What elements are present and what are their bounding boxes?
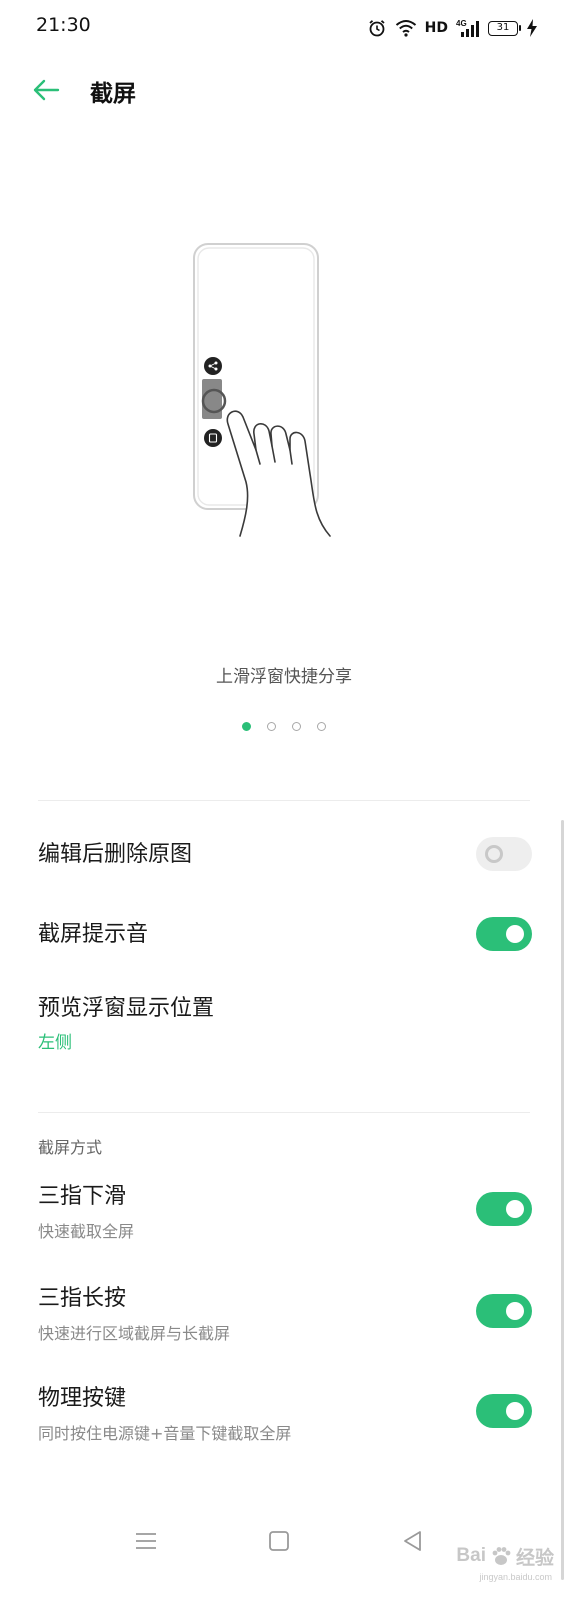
status-icons: HD 4G 31 — [367, 16, 538, 40]
pager-dot-4[interactable] — [317, 722, 326, 731]
setting-label: 编辑后删除原图 — [38, 842, 193, 867]
setting-label: 截屏提示音 — [38, 922, 149, 947]
method-label: 物理按键 — [38, 1386, 127, 1411]
status-time: 21:30 — [36, 14, 91, 36]
method-description: 快速截取全屏 — [38, 1222, 135, 1241]
toggle-knob — [485, 845, 503, 863]
toggle-knob — [506, 1200, 524, 1218]
home-icon[interactable] — [268, 1530, 290, 1552]
method-three-finger-swipe[interactable]: 三指下滑 快速截取全屏 — [38, 1178, 532, 1250]
share-icon — [204, 357, 222, 375]
alarm-icon — [369, 20, 385, 37]
method-description: 快速进行区域截屏与长截屏 — [38, 1324, 231, 1343]
toggle-three-finger-swipe[interactable] — [476, 1192, 532, 1226]
baidu-watermark: Bai 经验 — [456, 1536, 554, 1576]
toggle-knob — [506, 1302, 524, 1320]
watermark-text-2: 经验 — [515, 1547, 554, 1569]
setting-preview-position[interactable]: 预览浮窗显示位置 左侧 — [38, 986, 532, 1066]
watermark-url: jingyan.baidu.com — [479, 1572, 552, 1582]
toggle-knob — [506, 925, 524, 943]
toggle-three-finger-hold[interactable] — [476, 1294, 532, 1328]
toggle-delete-original[interactable] — [476, 837, 532, 871]
watermark-text: Bai — [456, 1545, 486, 1566]
pager-dot-1[interactable] — [242, 722, 251, 731]
paw-icon — [492, 1547, 511, 1565]
charging-icon — [527, 19, 537, 37]
toggle-screenshot-sound[interactable] — [476, 917, 532, 951]
illustration-caption: 上滑浮窗快捷分享 — [216, 667, 352, 687]
hd-label: HD — [424, 20, 448, 36]
illustration-phone-gesture — [193, 243, 331, 537]
signal-icon: 4G — [456, 19, 479, 37]
divider — [38, 800, 530, 801]
arrow-left-icon[interactable] — [30, 76, 62, 104]
divider — [38, 1112, 530, 1113]
setting-label: 预览浮窗显示位置 — [38, 996, 215, 1021]
toggle-physical-buttons[interactable] — [476, 1394, 532, 1428]
method-three-finger-hold[interactable]: 三指长按 快速进行区域截屏与长截屏 — [38, 1280, 532, 1352]
toggle-knob — [506, 1402, 524, 1420]
setting-delete-original[interactable]: 编辑后删除原图 — [38, 826, 532, 882]
app-bar: 截屏 — [0, 62, 568, 118]
page-title: 截屏 — [90, 81, 136, 107]
edit-icon — [204, 429, 222, 447]
battery-icon: 31 — [488, 20, 521, 36]
pager-dot-3[interactable] — [292, 722, 301, 731]
scrollbar[interactable] — [561, 820, 564, 1580]
method-physical-buttons[interactable]: 物理按键 同时按住电源键+音量下键截取全屏 — [38, 1380, 532, 1452]
wifi-icon — [395, 20, 416, 37]
menu-icon[interactable] — [134, 1530, 158, 1552]
setting-value: 左侧 — [38, 1033, 72, 1053]
status-bar: 21:30 HD 4G 31 — [0, 0, 568, 56]
cell-label: 4G — [456, 19, 467, 28]
back-triangle-icon[interactable] — [402, 1530, 424, 1552]
battery-level: 31 — [496, 21, 510, 33]
section-title: 截屏方式 — [38, 1138, 103, 1157]
method-label: 三指下滑 — [38, 1184, 127, 1209]
method-label: 三指长按 — [38, 1286, 127, 1311]
method-description: 同时按住电源键+音量下键截取全屏 — [38, 1424, 292, 1443]
setting-screenshot-sound[interactable]: 截屏提示音 — [38, 906, 532, 962]
pager-dots — [0, 722, 568, 731]
pager-dot-2[interactable] — [267, 722, 276, 731]
